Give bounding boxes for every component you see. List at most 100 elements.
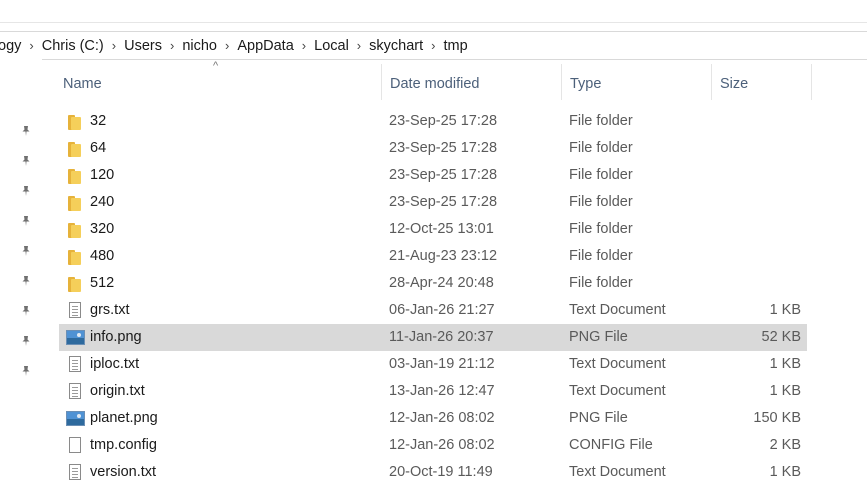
- file-type: File folder: [569, 113, 633, 129]
- file-row[interactable]: 32 23-Sep-25 17:28 File folder: [59, 108, 807, 135]
- file-size: 52 KB: [761, 329, 802, 345]
- file-size: 150 KB: [753, 410, 801, 426]
- breadcrumb-segment[interactable]: tmp: [439, 38, 471, 54]
- generic-file-icon: [65, 432, 85, 459]
- file-name: 320: [90, 221, 115, 237]
- breadcrumb-segment[interactable]: ogy: [0, 38, 25, 54]
- file-size: 1 KB: [769, 302, 801, 318]
- file-date-modified: 23-Sep-25 17:28: [389, 140, 498, 156]
- pin-icon[interactable]: [19, 245, 33, 259]
- chevron-right-icon[interactable]: ›: [166, 38, 178, 53]
- pin-icon[interactable]: [19, 185, 33, 199]
- file-type: File folder: [569, 194, 633, 210]
- file-row[interactable]: planet.png 12-Jan-26 08:02 PNG File 150 KB: [59, 405, 807, 432]
- file-name: 32: [90, 113, 107, 129]
- file-type: File folder: [569, 167, 633, 183]
- breadcrumb: ogy › Chris (C:) › Users › nicho › AppData › Local…: [0, 32, 472, 59]
- column-header-type[interactable]: Type: [562, 64, 712, 100]
- pin-icon[interactable]: [19, 335, 33, 349]
- file-size: [719, 216, 801, 243]
- file-row[interactable]: 320 12-Oct-25 13:01 File folder: [59, 216, 807, 243]
- folder-icon: [65, 270, 85, 297]
- file-size: [719, 243, 801, 270]
- breadcrumb-segment[interactable]: Users: [120, 38, 166, 54]
- file-row[interactable]: info.png 11-Jan-26 20:37 PNG File 52 KB: [59, 324, 807, 351]
- file-type: File folder: [569, 140, 633, 156]
- file-date-modified: 23-Sep-25 17:28: [389, 113, 498, 129]
- chevron-right-icon[interactable]: ›: [427, 38, 439, 53]
- column-header-date-modified[interactable]: Date modified: [382, 64, 562, 100]
- folder-icon: [65, 216, 85, 243]
- file-date-modified: 06-Jan-26 21:27: [389, 302, 495, 318]
- breadcrumb-segment[interactable]: Chris (C:): [38, 38, 108, 54]
- column-header-bar: Name Date modified Type Size: [55, 64, 815, 100]
- pin-icon[interactable]: [19, 125, 33, 139]
- file-row[interactable]: grs.txt 06-Jan-26 21:27 Text Document 1 KB: [59, 297, 807, 324]
- file-name: tmp.config: [90, 437, 157, 453]
- pin-icon[interactable]: [19, 155, 33, 169]
- file-name: 240: [90, 194, 115, 210]
- file-row[interactable]: origin.txt 13-Jan-26 12:47 Text Document 1 …: [59, 378, 807, 405]
- folder-icon: [65, 135, 85, 162]
- file-row[interactable]: 240 23-Sep-25 17:28 File folder: [59, 189, 807, 216]
- file-row[interactable]: 120 23-Sep-25 17:28 File folder: [59, 162, 807, 189]
- file-date-modified: 23-Sep-25 17:28: [389, 194, 498, 210]
- file-name: 120: [90, 167, 115, 183]
- file-size: [719, 135, 801, 162]
- column-header-name[interactable]: Name: [55, 64, 382, 100]
- file-size: 1 KB: [769, 464, 801, 480]
- chevron-right-icon[interactable]: ›: [221, 38, 233, 53]
- breadcrumb-segment[interactable]: nicho: [178, 38, 221, 54]
- file-name: 512: [90, 275, 115, 291]
- pin-icon[interactable]: [19, 275, 33, 289]
- folder-icon: [65, 162, 85, 189]
- file-type: PNG File: [569, 329, 628, 345]
- file-size: 2 KB: [769, 437, 801, 453]
- text-file-icon: [65, 297, 85, 324]
- folder-icon: [65, 189, 85, 216]
- file-date-modified: 13-Jan-26 12:47: [389, 383, 495, 399]
- text-file-icon: [65, 351, 85, 378]
- file-row[interactable]: 512 28-Apr-24 20:48 File folder: [59, 270, 807, 297]
- pin-icon[interactable]: [19, 305, 33, 319]
- file-type: File folder: [569, 248, 633, 264]
- file-size: 1 KB: [769, 356, 801, 372]
- file-row[interactable]: tmp.config 12-Jan-26 08:02 CONFIG File 2 KB: [59, 432, 807, 459]
- address-bar[interactable]: ogy › Chris (C:) › Users › nicho › AppData › Local…: [0, 31, 867, 60]
- file-date-modified: 11-Jan-26 20:37: [389, 329, 494, 345]
- file-row[interactable]: iploc.txt 03-Jan-19 21:12 Text Document 1 K…: [59, 351, 807, 378]
- file-row[interactable]: 480 21-Aug-23 23:12 File folder: [59, 243, 807, 270]
- file-name: planet.png: [90, 410, 158, 426]
- breadcrumb-segment[interactable]: skychart: [365, 38, 427, 54]
- file-date-modified: 12-Jan-26 08:02: [389, 437, 495, 453]
- column-header-size[interactable]: Size: [712, 64, 812, 100]
- chevron-right-icon[interactable]: ›: [298, 38, 310, 53]
- file-date-modified: 28-Apr-24 20:48: [389, 275, 494, 291]
- file-list: 32 23-Sep-25 17:28 File folder 64 23-Sep-25 …: [59, 108, 807, 486]
- ribbon-strip: [0, 0, 867, 23]
- pin-icon[interactable]: [19, 215, 33, 229]
- chevron-right-icon[interactable]: ›: [25, 38, 37, 53]
- file-row[interactable]: 64 23-Sep-25 17:28 File folder: [59, 135, 807, 162]
- file-row[interactable]: version.txt 20-Oct-19 11:49 Text Document 1…: [59, 459, 807, 486]
- file-type: File folder: [569, 221, 633, 237]
- chevron-right-icon[interactable]: ›: [108, 38, 120, 53]
- chevron-right-icon[interactable]: ›: [353, 38, 365, 53]
- text-file-icon: [65, 378, 85, 405]
- navigation-pane[interactable]: [0, 59, 42, 497]
- file-type: CONFIG File: [569, 437, 653, 453]
- file-type: Text Document: [569, 302, 666, 318]
- file-date-modified: 03-Jan-19 21:12: [389, 356, 495, 372]
- breadcrumb-segment[interactable]: Local: [310, 38, 353, 54]
- file-type: File folder: [569, 275, 633, 291]
- file-name: iploc.txt: [90, 356, 140, 372]
- file-date-modified: 21-Aug-23 23:12: [389, 248, 498, 264]
- breadcrumb-segment[interactable]: AppData: [233, 38, 297, 54]
- image-file-icon: [65, 405, 85, 432]
- file-name: origin.txt: [90, 383, 145, 399]
- file-name: info.png: [90, 329, 142, 345]
- file-date-modified: 12-Oct-25 13:01: [389, 221, 494, 237]
- file-type: Text Document: [569, 464, 666, 480]
- pin-icon[interactable]: [19, 365, 33, 379]
- file-name: version.txt: [90, 464, 157, 480]
